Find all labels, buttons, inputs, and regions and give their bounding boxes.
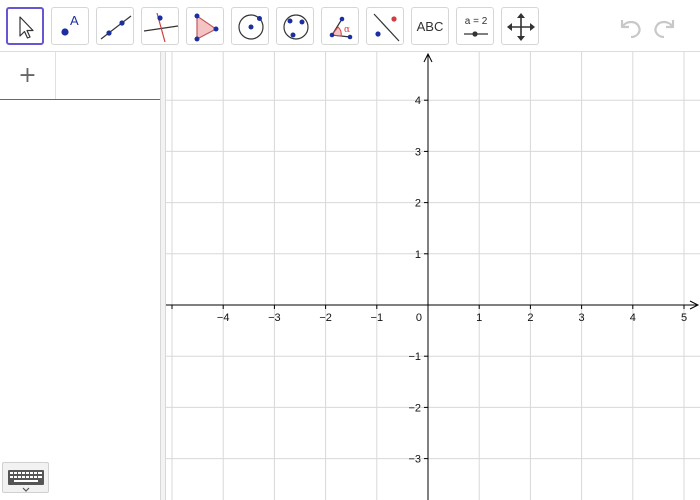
undo-button[interactable] (614, 12, 644, 42)
geogebra-app: A α ABC a = 2 + −4 −3 −2 −1 0 1 2 3 4 5 … (0, 0, 700, 500)
point-tool-button[interactable]: A (51, 7, 89, 45)
slider-icon: a = 2 (464, 16, 488, 37)
coordinate-plane[interactable]: −4 −3 −2 −1 0 1 2 3 4 5 4 3 2 1 −1 −2 −3 (166, 48, 700, 500)
reflect-about-line-icon (373, 13, 400, 42)
redo-button[interactable] (651, 12, 681, 42)
circle-three-points-icon (283, 14, 309, 40)
keyboard-toggle-button[interactable] (2, 462, 49, 493)
algebra-view: + (0, 52, 160, 500)
slider-tool-label: a = 2 (465, 16, 488, 27)
y-tick-label: 1 (415, 249, 421, 261)
text-tool-label: ABC (416, 18, 444, 34)
move-tool-button[interactable] (6, 7, 44, 45)
angle-alpha-label: α (344, 25, 350, 35)
reflect-tool-button[interactable] (366, 7, 404, 45)
polygon-icon (194, 13, 219, 42)
x-tick-label: 0 (416, 312, 422, 324)
tick-labels: −4 −3 −2 −1 0 1 2 3 4 5 4 3 2 1 −1 −2 −3 (217, 95, 687, 465)
point-icon: A (61, 13, 79, 36)
polygon-tool-button[interactable] (186, 7, 224, 45)
undo-icon (620, 20, 641, 39)
x-tick-label: 5 (681, 312, 687, 324)
y-tick-label: 3 (415, 146, 421, 158)
circle-center-point-icon (238, 14, 264, 40)
angle-tool-button[interactable]: α (321, 7, 359, 45)
y-tick-label: 2 (415, 198, 421, 210)
line-tool-button[interactable] (96, 7, 134, 45)
x-tick-label: −3 (268, 312, 281, 324)
x-tick-label: 2 (527, 312, 533, 324)
x-tick-label: −1 (371, 312, 384, 324)
grid-lines (166, 48, 700, 500)
x-tick-label: −4 (217, 312, 230, 324)
move-graphics-view-tool-button[interactable] (501, 7, 539, 45)
y-tick-label: −2 (408, 402, 421, 414)
keyboard-icon (8, 470, 44, 492)
x-tick-label: 3 (579, 312, 585, 324)
perpendicular-line-icon (143, 12, 179, 43)
x-tick-label: −2 (319, 312, 332, 324)
algebra-input-row[interactable]: + (0, 52, 160, 100)
perpendicular-line-tool-button[interactable] (141, 7, 179, 45)
toolbar: A α ABC a = 2 (0, 0, 700, 52)
line-through-two-points-icon (100, 15, 132, 40)
y-tick-label: −3 (408, 454, 421, 466)
cursor-arrow-icon (19, 16, 34, 39)
x-tick-label: 4 (630, 312, 636, 324)
y-tick-label: −1 (408, 351, 421, 363)
x-tick-label: 1 (476, 312, 482, 324)
add-item-button[interactable]: + (0, 52, 56, 99)
circle-center-point-tool-button[interactable] (231, 7, 269, 45)
move-arrows-icon (507, 13, 535, 41)
graphics-view[interactable]: −4 −3 −2 −1 0 1 2 3 4 5 4 3 2 1 −1 −2 −3 (166, 48, 700, 500)
angle-icon: α (329, 16, 353, 40)
circle-three-points-tool-button[interactable] (276, 7, 314, 45)
slider-tool-button[interactable]: a = 2 (456, 7, 494, 45)
y-tick-label: 4 (415, 95, 421, 107)
axes (166, 48, 700, 500)
redo-icon (654, 20, 675, 39)
point-tool-letter: A (70, 13, 79, 28)
plus-icon: + (18, 63, 37, 88)
text-tool-button[interactable]: ABC (411, 7, 449, 45)
